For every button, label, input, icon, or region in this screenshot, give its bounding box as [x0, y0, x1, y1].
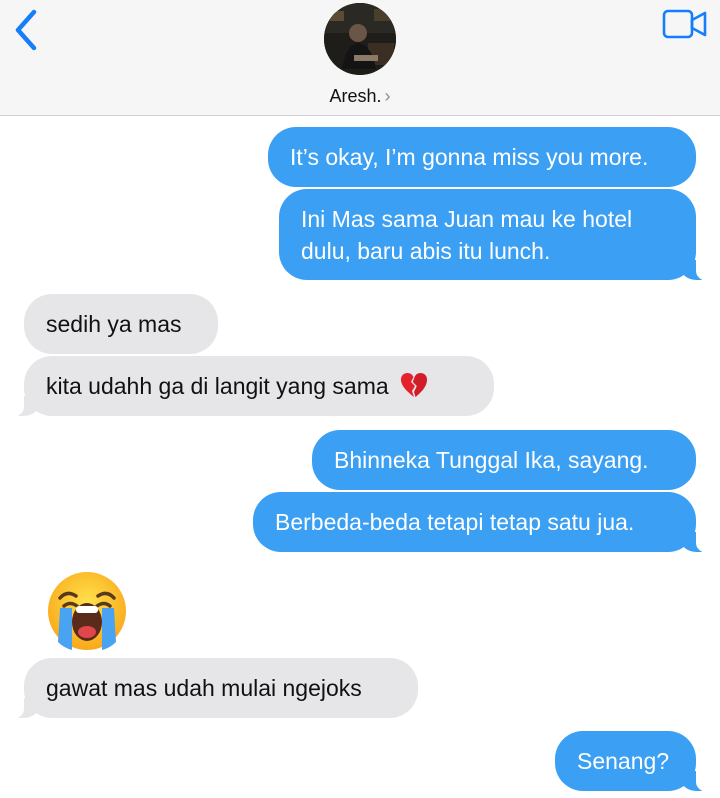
- message-text-line: Ini Mas sama Juan mau ke hotel: [301, 206, 633, 232]
- incoming-message[interactable]: kita udahh ga di langit yang sama: [8, 356, 494, 417]
- avatar[interactable]: [324, 3, 396, 75]
- contact-name: Aresh.: [329, 86, 382, 106]
- message-text: It’s okay, I’m gonna miss you more.: [290, 144, 649, 170]
- broken-heart-icon: [401, 373, 428, 397]
- video-camera-icon[interactable]: [662, 8, 708, 40]
- chevron-left-icon[interactable]: [12, 8, 40, 52]
- message-text: Bhinneka Tunggal Ika, sayang.: [334, 447, 649, 473]
- outgoing-message[interactable]: Senang?: [555, 731, 712, 792]
- chevron-right-icon: ›: [384, 86, 391, 106]
- message-text: gawat mas udah mulai ngejoks: [46, 675, 362, 701]
- outgoing-message[interactable]: Ini Mas sama Juan mau ke hotel dulu, bar…: [279, 189, 712, 281]
- incoming-message[interactable]: sedih ya mas: [24, 294, 218, 354]
- outgoing-message[interactable]: It’s okay, I’m gonna miss you more.: [268, 127, 696, 187]
- message-text: Senang?: [577, 748, 670, 774]
- outgoing-message[interactable]: Berbeda-beda tetapi tetap satu jua.: [253, 492, 712, 553]
- incoming-message[interactable]: gawat mas udah mulai ngejoks: [8, 658, 418, 719]
- message-text: kita udahh ga di langit yang sama: [46, 373, 389, 399]
- outgoing-message[interactable]: Bhinneka Tunggal Ika, sayang.: [312, 430, 696, 490]
- message-text-line: dulu, baru abis itu lunch.: [301, 238, 551, 264]
- message-text: Berbeda-beda tetapi tetap satu jua.: [275, 509, 635, 535]
- contact-name-button[interactable]: Aresh. ›: [0, 86, 720, 107]
- loudly-crying-face-icon[interactable]: [46, 570, 128, 652]
- message-text: sedih ya mas: [46, 311, 182, 337]
- conversation-header: Aresh. ›: [0, 0, 720, 116]
